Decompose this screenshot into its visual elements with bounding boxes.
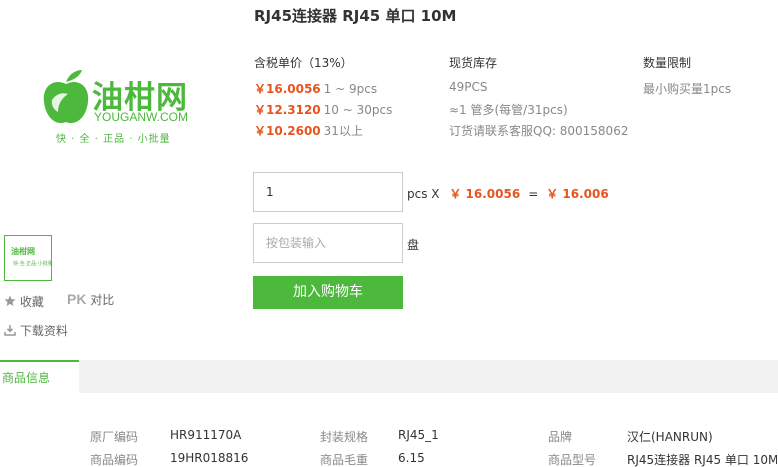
spec-value: HR911170A xyxy=(170,428,242,442)
thumbnail-slogan: 快·全·正品·小批量 xyxy=(13,261,53,267)
stock-qty: 49PCS xyxy=(449,80,488,94)
stock-header: 现货库存 xyxy=(449,56,498,70)
stock-pack: ≈1 管多(每管/31pcs) xyxy=(449,103,568,117)
logo-name-en: YOUGANW.COM xyxy=(94,110,189,124)
compare-link[interactable]: PK 对比 xyxy=(67,291,114,308)
spec-label: 品牌 xyxy=(548,430,573,444)
equals-sign: = xyxy=(528,187,539,201)
product-title: RJ45连接器 RJ45 单口 10M xyxy=(254,7,457,25)
tier-range: 10 ~ 30pcs xyxy=(323,103,393,117)
download-icon xyxy=(4,325,16,336)
tier-range: 31以上 xyxy=(323,124,363,138)
logo-slogan: 快 · 全 · 正品 · 小批量 xyxy=(56,134,171,145)
spec-value: 汉仁(HANRUN) xyxy=(627,430,713,444)
spec-value: RJ45连接器 RJ45 单口 10M xyxy=(627,453,777,467)
tab-bar: 商品信息 xyxy=(0,360,778,393)
unit-text: pcs X xyxy=(407,187,440,201)
price-tier: ￥10.2600 31以上 xyxy=(254,122,363,139)
star-icon xyxy=(4,295,16,306)
spec-value: 6.15 xyxy=(398,451,425,465)
price-tier: ￥12.3120 10 ~ 30pcs xyxy=(254,101,392,118)
price-header: 含税单价（13%） xyxy=(254,56,353,70)
package-unit: 盘 xyxy=(407,238,420,252)
package-input[interactable]: 按包装输入 xyxy=(253,223,403,263)
order-calc: pcs X ￥ 16.0056 = ￥ 16.006 xyxy=(407,185,609,202)
stock-contact: 订货请联系客服QQ: 800158062 xyxy=(449,124,629,138)
brand-logo: 油柑网 YOUGANW.COM 快 · 全 · 正品 · 小批量 xyxy=(40,68,190,148)
tier-price: ￥10.2600 xyxy=(254,124,321,138)
unit-price: ￥ 16.0056 xyxy=(449,187,521,201)
total-price: ￥ 16.006 xyxy=(546,187,609,201)
product-thumbnail[interactable]: 油柑网 快·全·正品·小批量 xyxy=(4,235,53,281)
spec-label: 商品毛重 xyxy=(320,453,369,467)
compare-label: 对比 xyxy=(90,293,115,307)
favorite-link[interactable]: 收藏 xyxy=(4,293,44,310)
price-tier: ￥16.0056 1 ~ 9pcs xyxy=(254,80,377,97)
quantity-input[interactable]: 1 xyxy=(253,172,403,212)
add-to-cart-button[interactable]: 加入购物车 xyxy=(253,276,403,309)
spec-value: 19HR018816 xyxy=(170,451,249,465)
apple-logo-icon xyxy=(43,70,89,124)
spec-label: 商品型号 xyxy=(548,453,597,467)
tier-price: ￥16.0056 xyxy=(254,82,321,96)
download-link[interactable]: 下载资料 xyxy=(4,322,68,339)
tab-product-info[interactable]: 商品信息 xyxy=(0,360,79,393)
spec-value: RJ45_1 xyxy=(398,428,439,442)
favorite-label: 收藏 xyxy=(19,295,44,309)
download-label: 下载资料 xyxy=(19,324,68,338)
limit-header: 数量限制 xyxy=(643,56,692,70)
spec-label: 封装规格 xyxy=(320,430,369,444)
tier-range: 1 ~ 9pcs xyxy=(323,82,378,96)
limit-min: 最小购买量1pcs xyxy=(643,82,732,96)
spec-label: 原厂编码 xyxy=(90,430,139,444)
pk-label: PK xyxy=(67,291,87,307)
spec-label: 商品编码 xyxy=(90,453,139,467)
thumbnail-logo-text: 油柑网 xyxy=(11,247,35,256)
tier-price: ￥12.3120 xyxy=(254,103,321,117)
